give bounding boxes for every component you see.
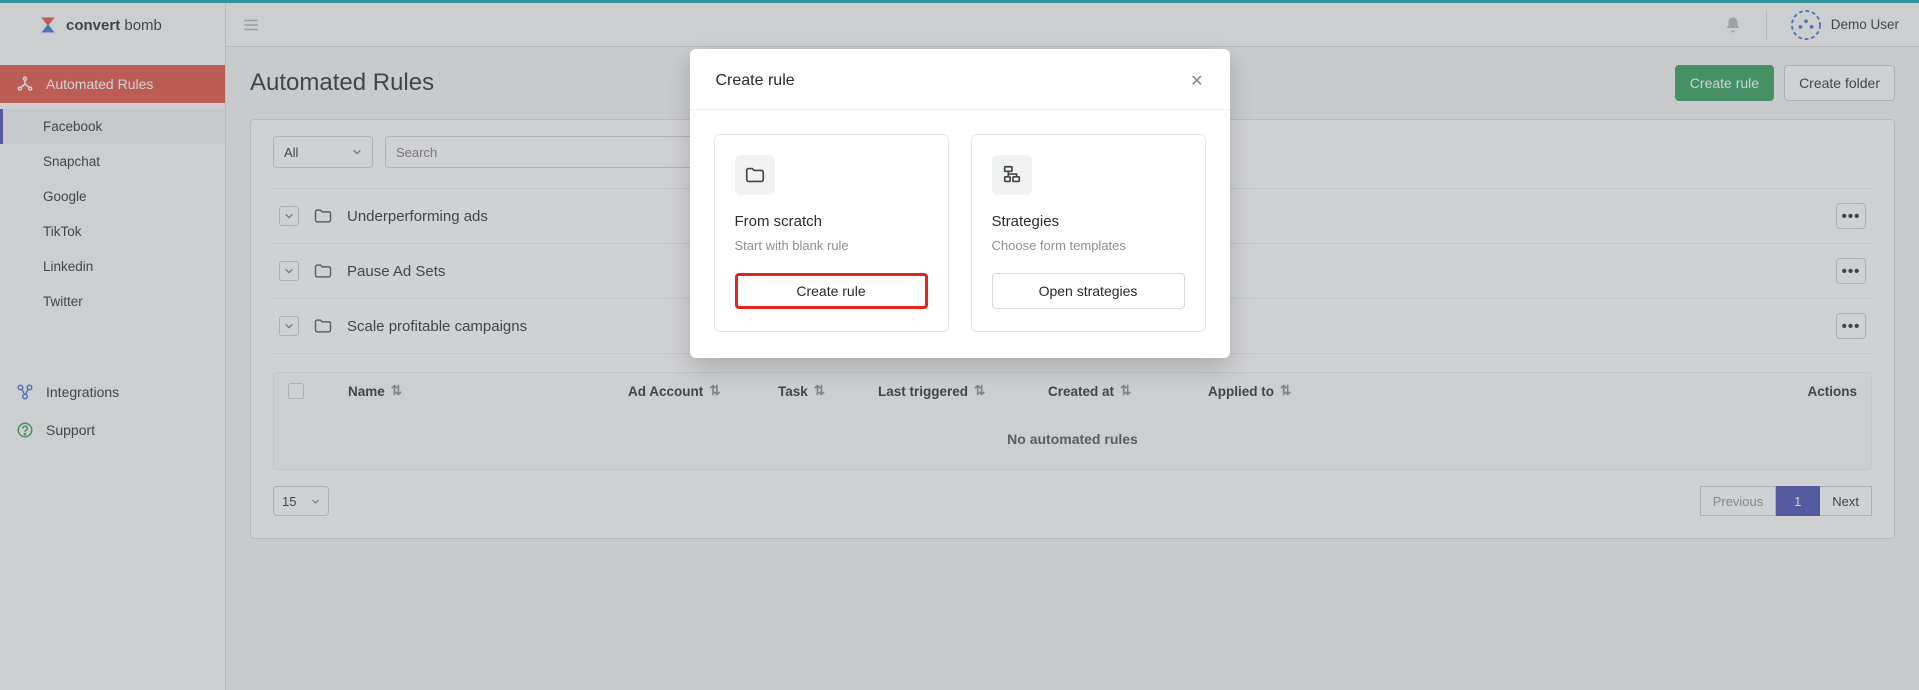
folder-blank-icon	[735, 155, 775, 195]
hierarchy-icon	[992, 155, 1032, 195]
option-scratch-subtitle: Start with blank rule	[735, 238, 928, 253]
option-strategies-title: Strategies	[992, 213, 1185, 230]
option-scratch-title: From scratch	[735, 213, 928, 230]
modal-header: Create rule ✕	[690, 49, 1230, 110]
create-rule-modal: Create rule ✕ From scratch Start with bl…	[690, 49, 1230, 358]
close-icon: ✕	[1190, 73, 1203, 90]
modal-close-button[interactable]: ✕	[1190, 71, 1203, 91]
option-strategies-subtitle: Choose form templates	[992, 238, 1185, 253]
option-strategies: Strategies Choose form templates Open st…	[971, 134, 1206, 332]
open-strategies-button[interactable]: Open strategies	[992, 273, 1185, 309]
option-from-scratch: From scratch Start with blank rule Creat…	[714, 134, 949, 332]
modal-title: Create rule	[716, 72, 795, 90]
modal-body: From scratch Start with blank rule Creat…	[690, 110, 1230, 358]
create-rule-from-scratch-button[interactable]: Create rule	[735, 273, 928, 309]
